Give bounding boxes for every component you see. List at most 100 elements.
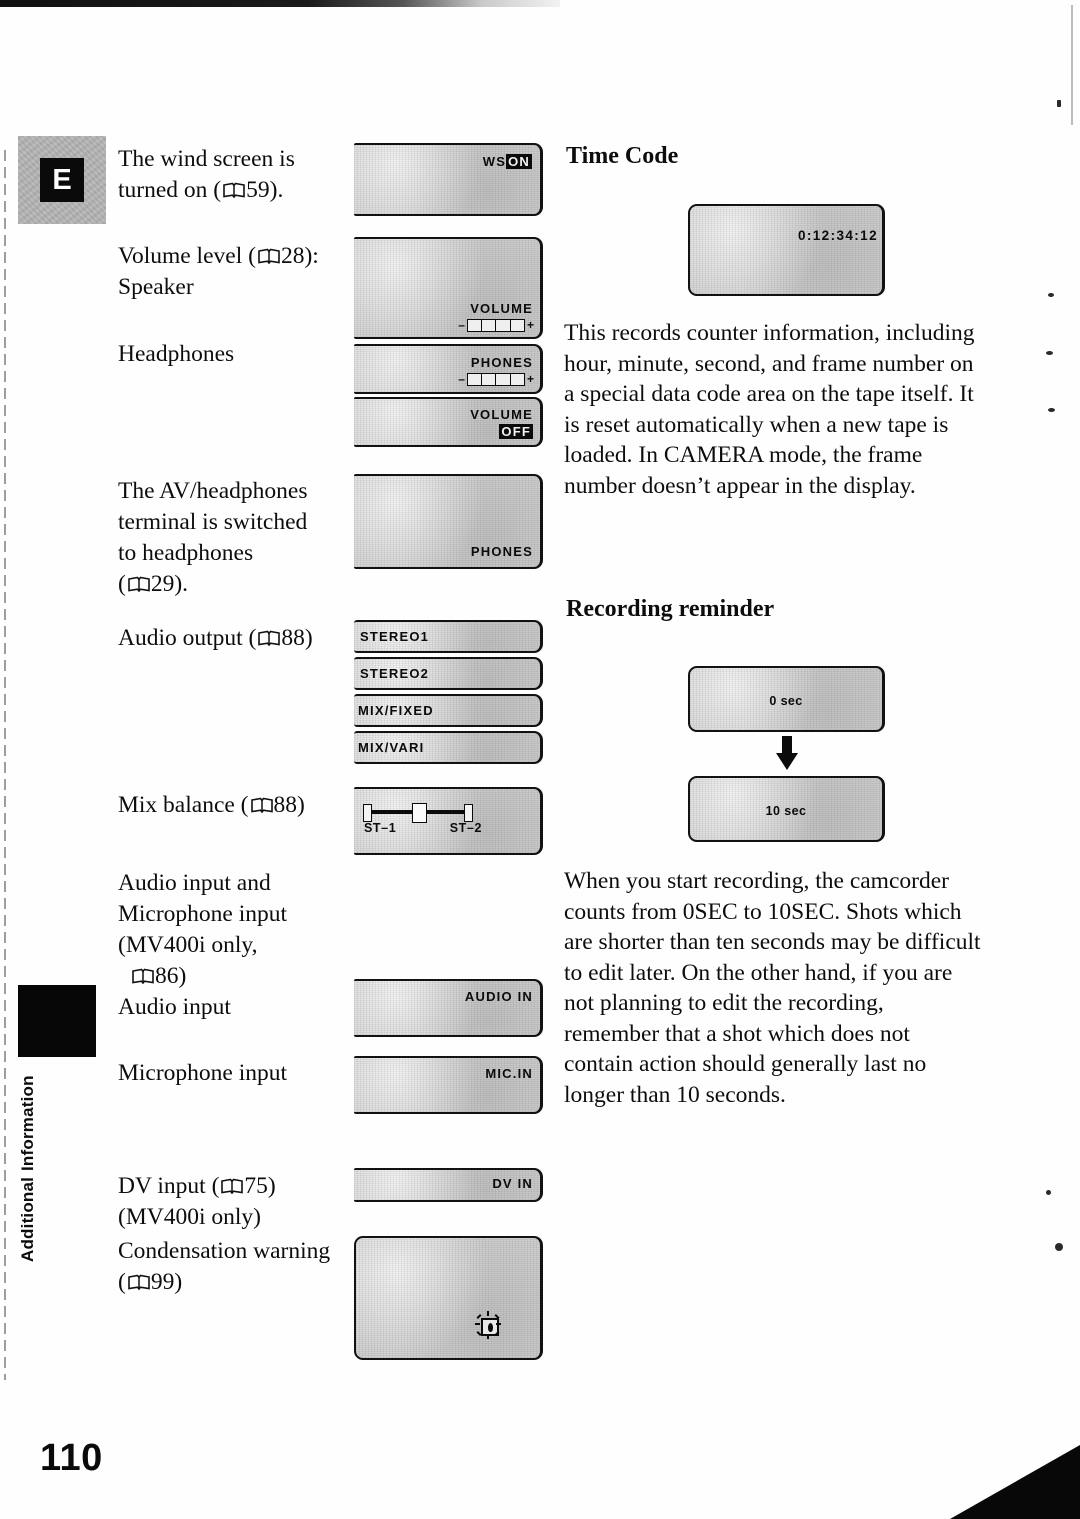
book-page-icon — [250, 797, 273, 814]
volume-minus-sign: – — [458, 318, 465, 332]
volume-plus-sign: + — [526, 318, 534, 332]
entry-label-line: Mix balance ( — [118, 792, 249, 818]
entry-label-tail: ) — [174, 1269, 183, 1295]
side-tab: Additional Information — [18, 985, 96, 1262]
book-page-icon — [258, 248, 280, 265]
osd-audio-in-label: AUDIO IN — [464, 989, 533, 1004]
screen-condensation-warning — [354, 1236, 543, 1360]
entry-label-tail: ) — [297, 792, 305, 818]
entry-label-line: Audio input and — [118, 870, 271, 896]
entry-label-line: (MV400i only, — [118, 932, 258, 958]
entry-label-line: Microphone input — [118, 1060, 288, 1086]
entry-label-line: ( — [118, 571, 126, 597]
phones-level-track — [466, 372, 525, 386]
osd-phones-title: PHONES — [470, 355, 533, 370]
entry-dv-input: DV input (75) (MV400i only) — [118, 1171, 363, 1233]
screen-volume-speaker: VOLUME – + — [354, 237, 543, 339]
volume-level-bar: – + — [458, 318, 534, 332]
entry-label-line: Condensation warning — [118, 1238, 331, 1264]
screen-audio-in: AUDIO IN — [354, 979, 543, 1037]
screen-audio-output-mixfixed: MIX/FIXED — [354, 694, 543, 727]
heading-recording-reminder: Recording reminder — [566, 596, 775, 622]
body-recording-reminder: When you start recording, the camcorder … — [564, 868, 981, 1108]
entry-headphones: Headphones — [118, 339, 358, 370]
screen-reminder-10sec: 10 sec — [688, 776, 885, 842]
osd-reminder-0sec: 0 sec — [769, 694, 803, 708]
entry-page-ref: 75 — [244, 1173, 268, 1199]
mix-balance-track — [363, 803, 473, 823]
entry-page-ref: 59 — [246, 177, 270, 203]
screen-headphones-level: PHONES – + — [354, 344, 543, 394]
entry-audio-mic-input: Audio input and Microphone input (MV400i… — [118, 868, 363, 1023]
screen-phones-terminal: PHONES — [354, 474, 543, 569]
arrow-head — [776, 753, 798, 770]
entry-label-tail: ). — [269, 177, 284, 203]
screen-audio-output-mixvari: MIX/VARI — [354, 731, 543, 764]
side-tab-line-1: Additional — [18, 1176, 37, 1262]
condensation-icon-ray — [487, 1311, 489, 1316]
entry-label-tail: ): — [304, 243, 319, 269]
chapter-marker-letter: E — [40, 158, 84, 202]
entry-page-ref: 28 — [280, 243, 305, 269]
condensation-icon-ray — [475, 1323, 480, 1325]
osd-dv-in-label: DV IN — [492, 1176, 533, 1191]
phones-minus-sign: – — [458, 372, 465, 386]
mix-balance-slider: ST–1 ST–2 — [363, 803, 481, 835]
scan-speck — [1048, 293, 1054, 297]
scan-speck — [1055, 1243, 1063, 1251]
scan-corner-shadow — [950, 1445, 1080, 1519]
entry-label-line: turned on ( — [118, 177, 222, 203]
entry-label-tail: ) — [304, 625, 313, 651]
scan-right-margin-rule — [1071, 5, 1073, 125]
mix-balance-knob — [412, 803, 427, 823]
osd-ws-state: ON — [506, 154, 532, 169]
manual-page: E Additional Information The wind screen… — [0, 0, 1080, 1519]
reminder-flow-arrow — [776, 736, 798, 770]
screen-time-code: 0:12:34:12 — [688, 204, 885, 296]
entry-page-ref: 99 — [150, 1269, 175, 1295]
entry-mix-balance: Mix balance ( 88) — [118, 790, 358, 821]
scan-speck — [1046, 1190, 1051, 1195]
side-tab-line-2: Information — [18, 1075, 37, 1171]
screen-dv-in: DV IN — [354, 1168, 543, 1202]
body-time-code: This records counter information, includ… — [564, 320, 975, 499]
screen-reminder-0sec: 0 sec — [688, 666, 885, 732]
volume-level-track — [466, 318, 525, 332]
entry-av-headphones-terminal: The AV/headphones terminal is switched t… — [118, 476, 363, 600]
osd-volume-off-state: OFF — [499, 424, 533, 439]
osd-audio-output-option: STEREO1 — [360, 629, 430, 644]
condensation-icon-ray — [487, 1334, 489, 1339]
screen-wind-screen-on: WS ON — [354, 143, 543, 216]
entry-label-line: DV input ( — [118, 1173, 220, 1199]
chapter-marker: E — [18, 136, 106, 224]
entry-page-ref: 86 — [155, 963, 179, 989]
entry-label-line: Microphone input — [118, 901, 288, 927]
book-page-icon — [132, 968, 154, 985]
entry-volume-level: Volume level (28): Speaker — [118, 241, 358, 303]
entry-label-line: Volume level ( — [118, 243, 256, 269]
screen-mix-balance: ST–1 ST–2 — [354, 787, 543, 855]
entry-label-line: The wind screen is — [118, 146, 295, 172]
mix-balance-label-st2: ST–2 — [449, 821, 482, 835]
entry-microphone-input: Microphone input — [118, 1058, 363, 1089]
scan-speck — [1046, 351, 1053, 355]
screen-audio-output-stereo2: STEREO2 — [354, 657, 543, 690]
entry-label-second: (MV400i only) — [118, 1204, 261, 1230]
entry-label-line: The AV/headphones — [118, 478, 308, 504]
screen-mic-in: MIC.IN — [354, 1056, 543, 1114]
side-tab-block — [18, 985, 96, 1057]
heading-time-code: Time Code — [566, 143, 679, 169]
entry-label-tail: ). — [174, 571, 189, 597]
condensation-icon-drop — [487, 1322, 493, 1332]
entry-page-ref: 88 — [273, 792, 298, 818]
osd-phones-terminal-label: PHONES — [470, 544, 533, 559]
page-number: 110 — [40, 1437, 103, 1479]
mix-balance-left-cap — [363, 804, 372, 822]
osd-mic-in-label: MIC.IN — [485, 1066, 533, 1081]
mix-balance-label-st1: ST–1 — [364, 821, 397, 835]
book-page-icon — [223, 182, 245, 199]
entry-label-line: Headphones — [118, 341, 235, 367]
entry-label-line: Audio output ( — [118, 625, 257, 651]
osd-volume-title: VOLUME — [470, 301, 533, 316]
entry-label-line: to headphones — [118, 540, 254, 566]
